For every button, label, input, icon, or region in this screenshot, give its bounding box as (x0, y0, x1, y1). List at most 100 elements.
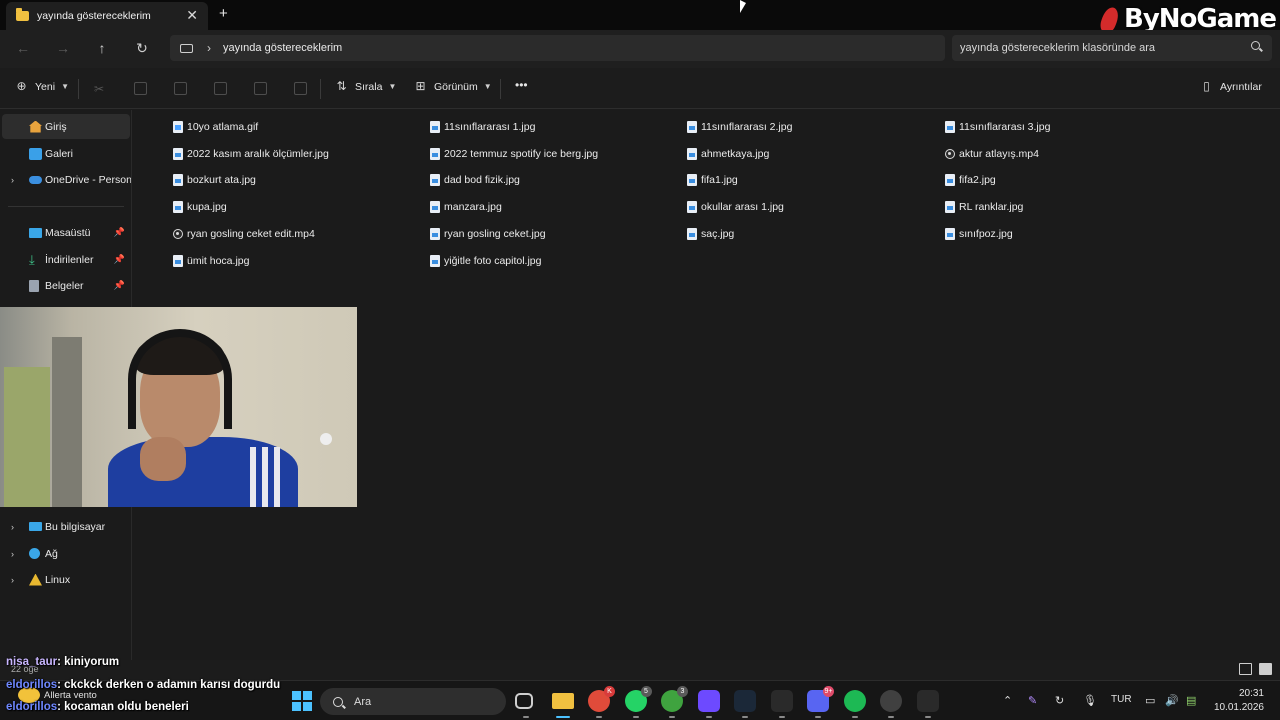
chevron-right-icon[interactable]: › (11, 522, 14, 532)
rename-icon[interactable] (214, 82, 227, 95)
share-icon[interactable] (254, 82, 267, 95)
network-icon[interactable]: ▭ (1145, 694, 1155, 707)
start-button[interactable] (291, 690, 313, 712)
tab-active[interactable]: yayında göstereceklerim ✕ (6, 2, 208, 30)
file-explorer-icon[interactable] (551, 693, 574, 709)
file-item[interactable]: dad bod fizik.jpg (430, 171, 520, 189)
sidebar-item-this-pc[interactable]: › Bu bilgisayar (2, 514, 130, 539)
file-item[interactable]: fifa1.jpg (687, 171, 738, 189)
delete-icon[interactable] (294, 82, 307, 95)
file-item[interactable]: 11sınıflararası 1.jpg (430, 118, 535, 136)
file-item[interactable]: yiğitle foto capitol.jpg (430, 252, 541, 270)
file-item[interactable]: saç.jpg (687, 225, 734, 243)
system-clock[interactable]: 20:31 10.01.2026 (1214, 687, 1264, 715)
forward-button[interactable]: → (53, 38, 73, 58)
sidebar-item-downloads[interactable]: ⤓ İndirilenler 📌 (2, 247, 130, 272)
file-item[interactable]: manzara.jpg (430, 198, 502, 216)
sidebar-item-gallery[interactable]: Galeri (2, 141, 130, 166)
file-item[interactable]: 11sınıflararası 3.jpg (945, 118, 1050, 136)
file-item[interactable]: 2022 kasım aralık ölçümler.jpg (173, 145, 329, 163)
paste-icon[interactable] (174, 82, 187, 95)
sidebar-item-network[interactable]: › Ağ (2, 541, 130, 566)
weather-text: Allerta vento (44, 689, 97, 701)
file-item[interactable]: 10yo atlama.gif (173, 118, 258, 136)
refresh-button[interactable]: ↻ (132, 38, 152, 58)
copy-icon[interactable] (134, 82, 147, 95)
search-input[interactable]: yayında göstereceklerim klasöründe ara (952, 35, 1272, 61)
file-item[interactable]: ryan gosling ceket.jpg (430, 225, 546, 243)
language-indicator[interactable]: TUR (1111, 694, 1132, 705)
file-item[interactable]: sınıfpoz.jpg (945, 225, 1013, 243)
file-item[interactable]: ahmetkaya.jpg (687, 145, 769, 163)
webcam-shirt-stripe (262, 447, 268, 507)
pin-icon[interactable]: 📌 (114, 254, 125, 265)
back-button[interactable]: ← (13, 38, 33, 58)
chevron-right-icon[interactable]: › (11, 549, 14, 559)
image-file-icon (173, 201, 183, 214)
chrome-icon[interactable]: K (588, 686, 615, 712)
details-view-icon[interactable] (1239, 663, 1252, 675)
divider (8, 206, 124, 207)
breadcrumb-current[interactable]: yayında göstereceklerim (223, 42, 342, 54)
sort-button[interactable]: ⇅ Sırala ▼ (335, 80, 396, 93)
more-options-button[interactable]: ••• (515, 78, 528, 92)
tiles-view-icon[interactable] (1259, 663, 1272, 675)
task-view-icon[interactable] (515, 693, 533, 709)
file-name: ryan gosling ceket.jpg (444, 227, 546, 240)
microphone-icon[interactable]: 🎙 (1083, 694, 1097, 707)
discord-icon[interactable]: 9+ (807, 686, 834, 712)
pin-icon[interactable]: 📌 (114, 280, 125, 291)
image-file-icon (945, 201, 955, 214)
chevron-right-icon[interactable]: › (207, 41, 211, 55)
running-indicator (924, 716, 931, 718)
sidebar-item-desktop[interactable]: Masaüstü 📌 (2, 220, 130, 245)
obs-icon[interactable] (880, 690, 902, 712)
file-item[interactable]: fifa2.jpg (945, 171, 996, 189)
view-label: Görünüm (434, 80, 478, 93)
sidebar-item-documents[interactable]: Belgeler 📌 (2, 273, 130, 298)
pen-icon[interactable]: ✎ (1028, 694, 1037, 707)
chevron-right-icon[interactable]: › (11, 575, 14, 585)
battery-icon[interactable]: ▤ (1186, 694, 1196, 707)
epic-games-icon[interactable] (770, 690, 793, 712)
new-tab-button[interactable]: + (219, 5, 228, 22)
sidebar-item-onedrive[interactable]: › OneDrive - Persona (2, 167, 131, 192)
sidebar-item-home[interactable]: Giriş (2, 114, 130, 139)
file-item[interactable]: okullar arası 1.jpg (687, 198, 784, 216)
new-label: Yeni (35, 80, 56, 93)
computer-icon (180, 43, 193, 53)
taskbar-search-label: Ara (354, 695, 372, 708)
proton-icon[interactable] (697, 690, 720, 712)
view-button[interactable]: ⊞ Görünüm ▼ (414, 80, 491, 93)
epic-games-2-icon[interactable] (916, 690, 939, 712)
xbox-icon[interactable]: 3 (661, 686, 688, 712)
file-item[interactable]: ümit hoca.jpg (173, 252, 249, 270)
taskbar-search[interactable]: Ara (320, 688, 506, 715)
cut-icon[interactable]: ✂ (94, 82, 107, 96)
steam-icon[interactable] (734, 690, 756, 712)
address-bar[interactable]: › yayında göstereceklerim (170, 35, 945, 61)
spotify-icon[interactable] (843, 690, 866, 712)
pin-icon[interactable]: 📌 (114, 227, 125, 238)
whatsapp-icon[interactable]: 5 (624, 686, 652, 712)
file-item[interactable]: RL ranklar.jpg (945, 198, 1023, 216)
chat-text: : kiniyorum (57, 656, 120, 668)
chevron-right-icon[interactable]: › (11, 175, 14, 185)
file-name: dad bod fizik.jpg (444, 174, 520, 187)
new-button[interactable]: ⊕ Yeni ▼ (15, 80, 69, 93)
file-item[interactable]: kupa.jpg (173, 198, 227, 216)
close-tab-icon[interactable]: ✕ (186, 7, 198, 24)
file-item[interactable]: bozkurt ata.jpg (173, 171, 256, 189)
file-item[interactable]: 11sınıflararası 2.jpg (687, 118, 792, 136)
volume-icon[interactable]: 🔊 (1165, 694, 1179, 707)
file-item[interactable]: 2022 temmuz spotify ice berg.jpg (430, 145, 598, 163)
sidebar-item-linux[interactable]: › Linux (2, 567, 130, 592)
sync-icon[interactable]: ↻ (1055, 694, 1064, 707)
file-name: ümit hoca.jpg (187, 254, 250, 267)
up-button[interactable]: ↑ (92, 38, 112, 58)
file-name: ryan gosling ceket edit.mp4 (187, 227, 315, 240)
file-item[interactable]: ryan gosling ceket edit.mp4 (173, 225, 315, 243)
file-item[interactable]: aktur atlayış.mp4 (945, 145, 1039, 163)
details-button[interactable]: ▯ Ayrıntılar (1200, 80, 1262, 93)
show-hidden-icons-icon[interactable]: ⌃ (1003, 694, 1012, 707)
